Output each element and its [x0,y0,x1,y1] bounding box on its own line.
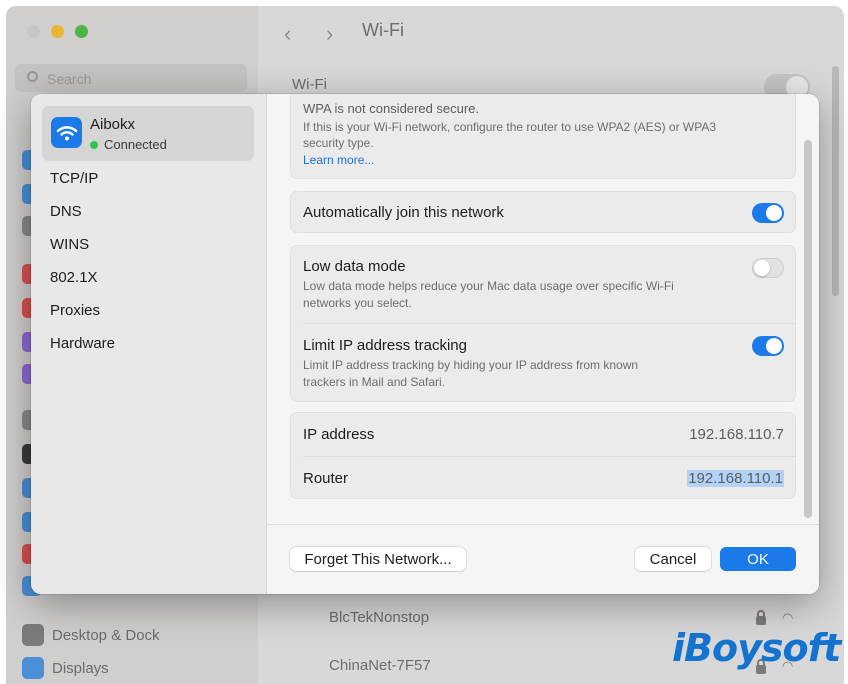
nav-dns[interactable]: DNS [50,203,82,220]
security-warning-detail: security type. [303,136,374,150]
close-window-button[interactable] [27,25,40,38]
security-warning-detail: If this is your Wi-Fi network, configure… [303,120,717,134]
nav-8021x[interactable]: 802.1X [50,269,98,286]
cancel-button[interactable]: Cancel [635,547,711,571]
window-title: Wi-Fi [362,20,404,40]
forward-button[interactable]: › [326,21,333,47]
low-data-mode-toggle[interactable] [752,258,784,278]
nav-proxies[interactable]: Proxies [50,302,100,319]
nav-tcpip[interactable]: TCP/IP [50,170,98,187]
dialog-footer: Forget This Network... Cancel OK [267,524,819,594]
search-icon [27,71,38,82]
security-warning-card: WPA is not considered secure. If this is… [290,94,796,179]
background-scrollbar[interactable] [832,66,839,296]
displays-icon [22,657,44,679]
network-details-dialog: Aibokx Connected TCP/IP DNS WINS 802.1X … [31,94,819,594]
search-placeholder: Search [47,71,92,87]
network-list-item[interactable]: ChinaNet-7F57 [329,657,431,674]
limit-ip-tracking-toggle[interactable] [752,336,784,356]
sidebar-item-label: Desktop & Dock [52,626,160,644]
connection-status-label: Connected [104,137,167,152]
iboysoft-watermark-logo: iBoysoft [672,626,841,670]
router-label: Router [303,470,349,487]
limit-ip-tracking-description: Limit IP address tracking by hiding your… [303,358,639,372]
learn-more-link[interactable]: Learn more... [303,152,374,169]
limit-ip-tracking-description: trackers in Mail and Safari. [303,375,446,389]
divider [303,323,795,324]
low-data-mode-description: networks you select. [303,296,412,310]
dialog-sidebar: Aibokx Connected TCP/IP DNS WINS 802.1X … [31,94,267,594]
sidebar-item-label: Displays [52,659,109,677]
auto-join-label: Automatically join this network [303,204,504,221]
sidebar-item-desktop-dock[interactable]: Desktop & Dock [22,624,160,646]
forget-network-button[interactable]: Forget This Network... [290,547,466,571]
dialog-content: WPA is not considered secure. If this is… [267,94,819,524]
nav-hardware[interactable]: Hardware [50,335,115,352]
limit-ip-tracking-label: Limit IP address tracking [303,337,467,354]
ip-address-label: IP address [303,426,375,443]
ip-address-value[interactable]: 192.168.110.7 [689,426,784,443]
low-data-mode-label: Low data mode [303,258,406,275]
ok-button[interactable]: OK [720,547,796,571]
router-value[interactable]: 192.168.110.1 [687,470,784,487]
auto-join-card: Automatically join this network [290,191,796,233]
privacy-options-card: Low data mode Low data mode helps reduce… [290,245,796,402]
network-card[interactable]: Aibokx Connected [42,106,254,161]
sidebar-item-displays[interactable]: Displays [22,657,109,679]
back-button[interactable]: ‹ [284,21,291,47]
wifi-signal-icon: ◠ [782,610,794,625]
zoom-window-button[interactable] [75,25,88,38]
wifi-icon [51,117,82,148]
nav-wins[interactable]: WINS [50,236,89,253]
connection-status: Connected [90,137,167,152]
divider [303,456,795,457]
security-warning-text: WPA is not considered secure. [303,101,480,116]
address-info-card: IP address 192.168.110.7 Router 192.168.… [290,412,796,499]
low-data-mode-description: Low data mode helps reduce your Mac data… [303,279,674,293]
auto-join-toggle[interactable] [752,203,784,223]
minimize-window-button[interactable] [51,25,64,38]
network-list-item[interactable]: BlcTekNonstop [329,609,429,626]
network-name: Aibokx [90,116,136,133]
lock-icon [756,610,766,625]
dock-icon [22,624,44,646]
dialog-scrollbar[interactable] [804,140,812,518]
connected-dot-icon [90,140,98,149]
wifi-row-label: Wi-Fi [292,76,327,93]
search-field[interactable]: Search [15,64,247,92]
